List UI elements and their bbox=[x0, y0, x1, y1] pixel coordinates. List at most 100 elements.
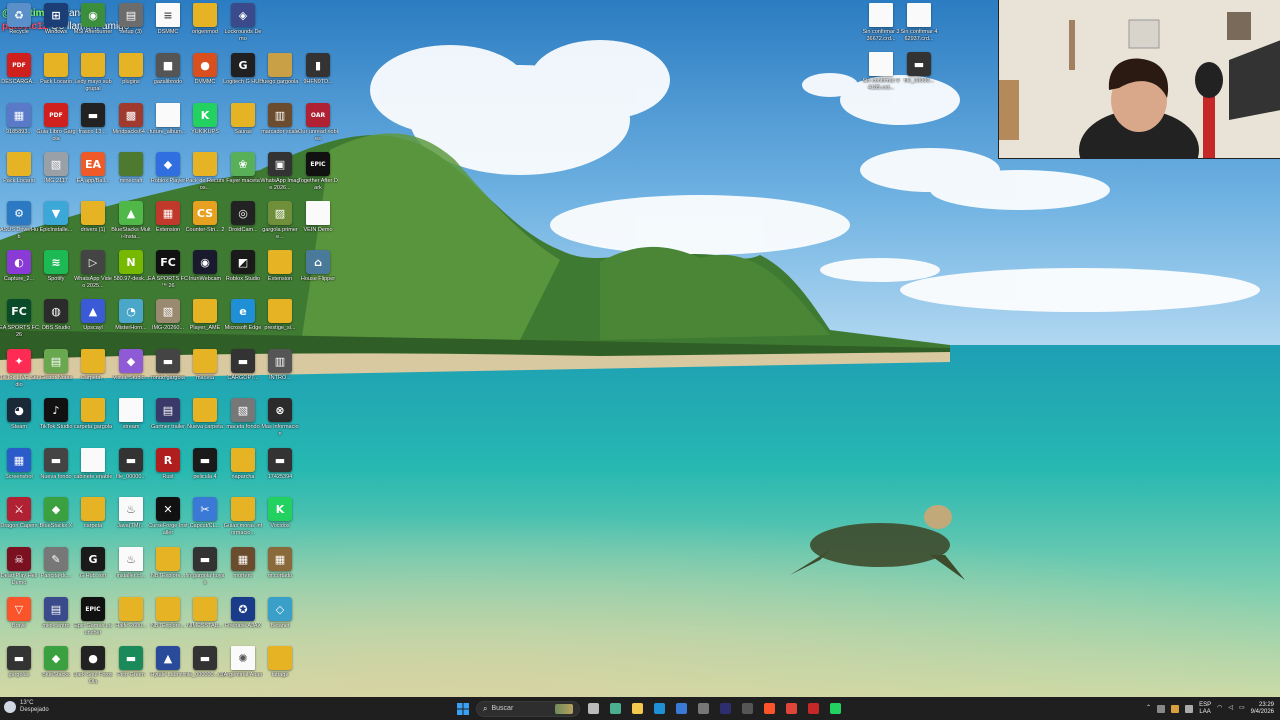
desktop-icon[interactable]: ▦ Extension bbox=[149, 201, 187, 251]
desktop-icon[interactable]: ▦ m.cortado bbox=[261, 547, 299, 597]
desktop-icon[interactable]: ◍ OBS Studio bbox=[37, 299, 75, 349]
desktop-icon[interactable]: NBTExplore... bbox=[149, 547, 187, 597]
desktop-icon[interactable]: ▩ Mindpacks64... bbox=[112, 103, 150, 153]
desktop-icon[interactable]: ▬ fondo gargola bbox=[149, 349, 187, 399]
desktop-icon[interactable]: Pack de Recursos... bbox=[186, 152, 224, 202]
language-indicator[interactable]: ESP LAA bbox=[1199, 702, 1211, 716]
desktop-icon[interactable]: ✦ TikTok LIVE Studio bbox=[0, 349, 38, 399]
desktop-icon[interactable]: ▮ 9HFN9TD... bbox=[299, 53, 337, 103]
desktop-icon[interactable]: carpeta gargola bbox=[74, 398, 112, 448]
desktop-icon[interactable]: R Rust bbox=[149, 448, 187, 498]
desktop-icon[interactable]: ▼ EpicInstalle... bbox=[37, 201, 75, 251]
desktop-icon[interactable]: ◆ BlueStacks X bbox=[37, 497, 75, 547]
desktop-icon[interactable]: ▬ 17425394 bbox=[261, 448, 299, 498]
desktop-icon[interactable]: ≡ DSMMC bbox=[149, 3, 187, 53]
desktop-icon[interactable]: drivers (1) bbox=[74, 201, 112, 251]
desktop-icon[interactable]: maceta bbox=[186, 349, 224, 399]
desktop-icon[interactable]: ▦ 9185893... bbox=[0, 103, 38, 153]
desktop-icon[interactable]: Pack Locario bbox=[0, 152, 38, 202]
desktop-icon[interactable]: Pack Locario bbox=[37, 53, 75, 103]
taskbar-app-task-view[interactable] bbox=[584, 700, 602, 718]
desktop-icon[interactable]: ▬ fin gargola hoyas bbox=[185, 547, 225, 597]
taskbar-clock[interactable]: 23:29 9/4/2026 bbox=[1251, 702, 1274, 716]
taskbar-app-app-mail[interactable] bbox=[738, 700, 756, 718]
desktop-icon[interactable]: ✕ CurseForge Installer bbox=[148, 497, 188, 547]
desktop-icon[interactable]: ⊗ Mas informacion bbox=[261, 398, 299, 448]
desktop-icon[interactable]: Sauras bbox=[224, 103, 262, 153]
desktop-icon[interactable]: ☠ Dead Play Hell Demo bbox=[0, 547, 38, 597]
desktop-icon[interactable]: e Microsoft Edge bbox=[224, 299, 262, 349]
desktop-icon[interactable]: minecraft bbox=[112, 152, 150, 202]
desktop-icon[interactable]: ▥ INTRO... bbox=[261, 349, 299, 399]
taskbar-app-chrome[interactable] bbox=[782, 700, 800, 718]
desktop-icon[interactable]: stream bbox=[112, 398, 150, 448]
desktop-icon[interactable]: ▥ marcador scale bbox=[261, 103, 299, 153]
desktop-icon[interactable]: ✂ Capcut/CL... bbox=[186, 497, 224, 547]
desktop-icon[interactable]: ◎ DroidCam... bbox=[224, 201, 262, 251]
start-button[interactable] bbox=[454, 700, 472, 718]
tray-app-icon-3[interactable] bbox=[1185, 704, 1194, 713]
desktop-icon[interactable]: N 580.97-desk... bbox=[112, 250, 150, 300]
tray-app-icon-2[interactable] bbox=[1171, 704, 1180, 713]
desktop-icon[interactable]: ▲ Upscayl bbox=[74, 299, 112, 349]
desktop-icon[interactable]: NIMESSTAB... bbox=[186, 597, 224, 647]
desktop-icon[interactable]: ▬ Pico Green bbox=[112, 646, 150, 696]
desktop-icon[interactable]: ▬ CARGOPT... bbox=[224, 349, 262, 399]
desktop-icon[interactable]: NBTExplore... bbox=[149, 597, 187, 647]
desktop-icon[interactable]: ● Dark Soul Fotos Ola bbox=[73, 646, 113, 696]
desktop-icon[interactable]: ⚔ Dragon Capers bbox=[0, 497, 38, 547]
desktop-icon[interactable]: ▽ Brave bbox=[0, 597, 38, 647]
desktop-icon[interactable]: ▦ Screenshot bbox=[0, 448, 38, 498]
desktop-icon[interactable]: ▲ BlueStacks Multi-Insta... bbox=[111, 201, 151, 251]
desktop-icon[interactable]: FC EA SPORTS FC 26 bbox=[0, 299, 39, 349]
wifi-icon[interactable]: ◠ bbox=[1217, 705, 1222, 712]
desktop-icon[interactable]: ⌂ House Flipper bbox=[299, 250, 337, 300]
desktop-icon[interactable]: ♨ installer.cl... bbox=[112, 547, 150, 597]
desktop-icon[interactable]: ▣ WhatsApp Image 2026... bbox=[260, 152, 300, 202]
desktop-icon[interactable]: Halfe-2600... bbox=[112, 597, 150, 647]
desktop-icon[interactable]: ◩ Roblox Studio bbox=[224, 250, 262, 300]
weather-widget[interactable]: 13°C Despejado bbox=[4, 700, 49, 714]
desktop-icon[interactable]: ◔ MisterHorn... bbox=[112, 299, 150, 349]
desktop-icon[interactable]: ♨ Java(TM)... bbox=[112, 497, 150, 547]
battery-icon[interactable]: ▭ bbox=[1239, 705, 1245, 712]
desktop-icon[interactable]: K YUKIKUPS bbox=[186, 103, 224, 153]
desktop-icon[interactable]: future_album... bbox=[149, 103, 187, 153]
desktop-icon[interactable]: Sin confirmar 336672.crd... bbox=[862, 3, 900, 53]
desktop-icon[interactable]: ❀ Fayer maceta bbox=[224, 152, 262, 202]
desktop-icon[interactable]: Sin confirmar 462937.crd... bbox=[900, 3, 938, 53]
desktop-icon[interactable]: ▬ file_00000... bbox=[900, 52, 938, 102]
desktop-icon[interactable]: EA EA app/Ball... bbox=[74, 152, 112, 202]
desktop-icon[interactable]: ✎ Pancita-dc... bbox=[37, 547, 75, 597]
taskbar-search[interactable]: ⌕ Buscar bbox=[476, 700, 580, 717]
desktop-icon[interactable]: ◇ Betanet bbox=[261, 597, 299, 647]
taskbar-app-app-fe[interactable] bbox=[716, 700, 734, 718]
desktop-icon[interactable]: ◉ MSI Afterburner bbox=[74, 3, 112, 53]
desktop-icon[interactable]: Ledy mayo subgrupal bbox=[74, 53, 112, 103]
taskbar-app-calculator[interactable] bbox=[694, 700, 712, 718]
desktop-icon[interactable]: ▲ Hytale Launch bbox=[149, 646, 187, 696]
desktop-icon[interactable]: ▤ mini-centro bbox=[37, 597, 75, 647]
desktop-icon[interactable]: ▤ Gestor Notas bbox=[37, 349, 75, 399]
desktop-icon[interactable]: cabinete enable bbox=[74, 448, 112, 498]
taskbar-app-copilot[interactable] bbox=[606, 700, 624, 718]
desktop-icon[interactable]: G Logitech G HUB bbox=[223, 53, 263, 103]
desktop-icon[interactable]: ✺ Argentinal Anan bbox=[224, 646, 262, 696]
desktop-icon[interactable]: ▤ Gartner trailer bbox=[149, 398, 187, 448]
desktop-icon[interactable]: VEIN Demo bbox=[299, 201, 337, 251]
taskbar-app-brave[interactable] bbox=[760, 700, 778, 718]
desktop-icon[interactable]: EPIC Together After Dark bbox=[298, 152, 338, 202]
desktop-icon[interactable]: ▨ gargola primer e... bbox=[261, 201, 299, 251]
desktop-icon[interactable]: carpeta bbox=[74, 497, 112, 547]
desktop-icon[interactable]: ✪ Firebase AJAX bbox=[224, 597, 262, 647]
desktop-icon[interactable]: ● DVMMC bbox=[186, 53, 224, 103]
desktop-icon[interactable]: PDF DESCARGA... bbox=[0, 53, 38, 103]
desktop-icon[interactable]: Guias moras informacio... bbox=[224, 497, 262, 547]
desktop-icon[interactable]: ♪ TikTok Studio bbox=[37, 398, 75, 448]
desktop-icon[interactable]: ≋ Spotify bbox=[37, 250, 75, 300]
desktop-icon[interactable]: ▧ IMG 2117 bbox=[37, 152, 75, 202]
volume-icon[interactable]: ◁ bbox=[1228, 705, 1233, 712]
tray-chevron-icon[interactable]: ⌃ bbox=[1146, 705, 1151, 712]
desktop-icon[interactable]: EPIC Epic Games Launcher bbox=[74, 597, 112, 647]
tray-app-icon[interactable] bbox=[1157, 704, 1166, 713]
